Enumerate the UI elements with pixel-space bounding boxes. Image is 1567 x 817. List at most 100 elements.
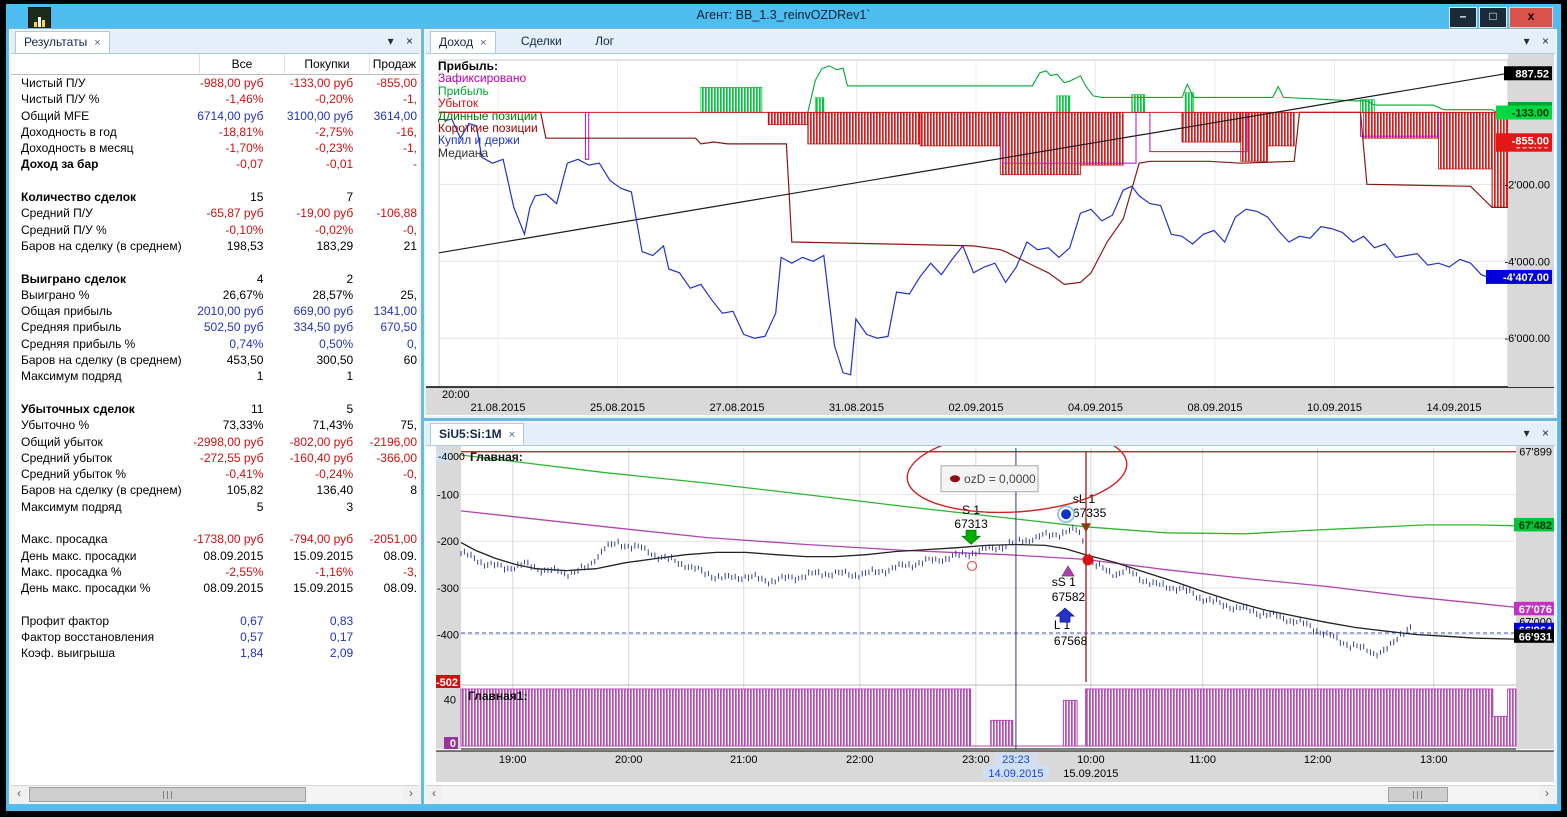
table-row[interactable]: Чистый П/У -988,00 руб -133,00 руб -855,…: [11, 75, 419, 91]
table-row[interactable]: Средняя прибыль 502,50 руб 334,50 руб 67…: [11, 319, 419, 335]
table-row[interactable]: [11, 515, 419, 531]
scroll-right-button[interactable]: ›: [403, 786, 419, 802]
table-row[interactable]: Количество сделок 15 7: [11, 189, 419, 205]
table-row[interactable]: Доходность в месяц -1,70% -0,23% -1,: [11, 140, 419, 156]
table-row[interactable]: Коэф. выигрыша 1,84 2,09: [11, 645, 419, 661]
table-row[interactable]: Убыточных сделок 11 5: [11, 401, 419, 417]
table-row[interactable]: [11, 597, 419, 613]
col-header-all[interactable]: Все: [200, 54, 285, 74]
scroll-left-button[interactable]: ‹: [11, 786, 27, 802]
row-value-buys: [275, 515, 365, 531]
table-row[interactable]: Профит фактор 0,67 0,83: [11, 613, 419, 629]
table-row[interactable]: [11, 254, 419, 270]
panel-close-icon[interactable]: ×: [1542, 34, 1549, 48]
col-header-sells[interactable]: Продаж: [370, 54, 419, 74]
panel-close-icon[interactable]: ×: [1542, 426, 1549, 440]
table-row[interactable]: Максимум подряд 1 1: [11, 368, 419, 384]
tab-siu5[interactable]: SiU5:Si:1M ×: [430, 423, 525, 446]
row-value-all: 08.09.2015: [203, 581, 264, 596]
row-label: [11, 597, 186, 613]
table-row[interactable]: [11, 385, 419, 401]
tab-trades[interactable]: Сделки: [513, 31, 570, 52]
sub-zero-label: 0: [450, 738, 456, 750]
x-tick-label: 21.08.2015: [470, 402, 525, 414]
tooltip-text: ozD = 0,0000: [964, 472, 1036, 486]
tab-results[interactable]: Результаты ×: [15, 31, 110, 53]
trade-label: 67335: [1073, 506, 1107, 520]
tab-close-icon[interactable]: ×: [94, 33, 100, 54]
row-label: Максимум подряд: [21, 499, 122, 514]
scroll-thumb[interactable]: [1388, 787, 1448, 802]
row-value-buys: 2,09: [329, 646, 354, 661]
income-chart-body: Прибыль: Зафиксировано Прибыль Убыток Длинн…: [426, 54, 1555, 416]
table-row[interactable]: Средний убыток -272,55 руб -160,40 руб -…: [11, 450, 419, 466]
table-row[interactable]: Общий убыток -2998,00 руб -802,00 руб -2…: [11, 434, 419, 450]
scroll-right-button[interactable]: ›: [1539, 786, 1555, 802]
table-row[interactable]: Максимум подряд 5 3: [11, 499, 419, 515]
table-row[interactable]: [11, 173, 419, 189]
income-chart[interactable]: 20:0021.08.2015 25.08.2015 27.08.2015 31.08…: [426, 54, 1554, 415]
panel-menu-icon[interactable]: ▾: [1524, 34, 1530, 48]
col-header-buys[interactable]: Покупки: [285, 54, 370, 74]
row-value-all: [186, 254, 276, 270]
table-row[interactable]: День макс. просадки 08.09.2015 15.09.201…: [11, 548, 419, 564]
row-value-all: [186, 173, 276, 189]
si-hscrollbar[interactable]: ‹ ›: [426, 785, 1555, 802]
table-row[interactable]: Макс. просадка % -2,55% -1,16% -3,: [11, 564, 419, 580]
table-row[interactable]: Выиграно % 26,67% 28,57% 25,: [11, 287, 419, 303]
row-label: Убыточных сделок: [21, 401, 135, 416]
table-row[interactable]: Общая прибыль 2010,00 руб 669,00 руб 134…: [11, 303, 419, 319]
row-label: Макс. просадка %: [21, 564, 122, 579]
x-tick-label: 02.09.2015: [948, 402, 1003, 414]
table-row[interactable]: Баров на сделку (в среднем) 198,53 183,2…: [11, 238, 419, 254]
row-value-all: -0,07: [236, 157, 264, 172]
tab-log[interactable]: Лог: [587, 31, 622, 52]
row-value-buys: -19,00 руб: [296, 206, 354, 221]
row-value-buys: 300,50: [316, 353, 354, 368]
table-row[interactable]: Общий MFE 6714,00 руб 3100,00 руб 3614,0…: [11, 108, 419, 124]
value-badge-label: 887.52: [1515, 68, 1549, 80]
title-bar[interactable]: Агент: BB_1.3_reinvOZDRev1` – □ x: [6, 4, 1561, 30]
scroll-left-button[interactable]: ‹: [426, 786, 442, 802]
results-hscrollbar[interactable]: ‹ ›: [11, 785, 419, 802]
tab-income[interactable]: Доход ×: [430, 31, 496, 53]
table-row[interactable]: Доходность в год -18,81% -2,75% -16,: [11, 124, 419, 140]
time-tick-label: 11:00: [1189, 754, 1216, 766]
row-value-sells: -106,88: [376, 206, 418, 221]
trade-label: sS 1: [1052, 575, 1076, 589]
minimize-button[interactable]: –: [1449, 7, 1477, 28]
row-label: Выиграно %: [21, 287, 90, 302]
tab-close-icon[interactable]: ×: [509, 425, 515, 446]
table-row[interactable]: Средняя прибыль % 0,74% 0,50% 0,: [11, 336, 419, 352]
table-row[interactable]: Доход за бар -0,07 -0,01 -: [11, 156, 419, 172]
table-row[interactable]: Баров на сделку (в среднем) 105,82 136,4…: [11, 482, 419, 498]
panel-menu-icon[interactable]: ▾: [1524, 426, 1530, 440]
row-label: Профит фактор: [21, 613, 110, 628]
row-label: Доходность в год: [21, 124, 117, 139]
income-legend: Прибыль: Зафиксировано Прибыль Убыток Длинн…: [438, 60, 538, 160]
scroll-thumb[interactable]: [29, 787, 306, 802]
table-row[interactable]: Средний убыток % -0,41% -0,24% -0,: [11, 466, 419, 482]
tab-close-icon[interactable]: ×: [480, 33, 486, 54]
blue-dot-icon: [1061, 509, 1072, 520]
row-value-sells: [365, 189, 419, 205]
table-row[interactable]: Выиграно сделок 4 2: [11, 271, 419, 287]
panel-menu-icon[interactable]: ▾: [388, 34, 394, 48]
results-table-header: Все Покупки Продаж: [11, 54, 419, 75]
table-row[interactable]: Средний П/У -65,87 руб -19,00 руб -106,8…: [11, 205, 419, 221]
table-row[interactable]: Чистый П/У % -1,46% -0,20% -1,: [11, 91, 419, 107]
table-row[interactable]: Макс. просадка -1738,00 руб -794,00 руб …: [11, 531, 419, 547]
maximize-button[interactable]: □: [1479, 7, 1507, 28]
table-row[interactable]: Баров на сделку (в среднем) 453,50 300,5…: [11, 352, 419, 368]
left-tick-label: -300: [437, 583, 459, 595]
date-tick-label: 15.09.2015: [1063, 768, 1118, 780]
legend-item: Зафиксировано: [438, 71, 527, 86]
table-row[interactable]: Средний П/У % -0,10% -0,02% -0,: [11, 222, 419, 238]
si-chart[interactable]: S 167313sL 167335sS 167582L 167568ozD = …: [426, 446, 1554, 785]
table-row[interactable]: День макс. просадки % 08.09.2015 15.09.2…: [11, 580, 419, 596]
panel-close-icon[interactable]: ×: [406, 34, 413, 48]
table-row[interactable]: Убыточно % 73,33% 71,43% 75,: [11, 417, 419, 433]
row-value-buys: [275, 254, 365, 270]
table-row[interactable]: Фактор восстановления 0,57 0,17: [11, 629, 419, 645]
close-button[interactable]: x: [1509, 7, 1553, 28]
